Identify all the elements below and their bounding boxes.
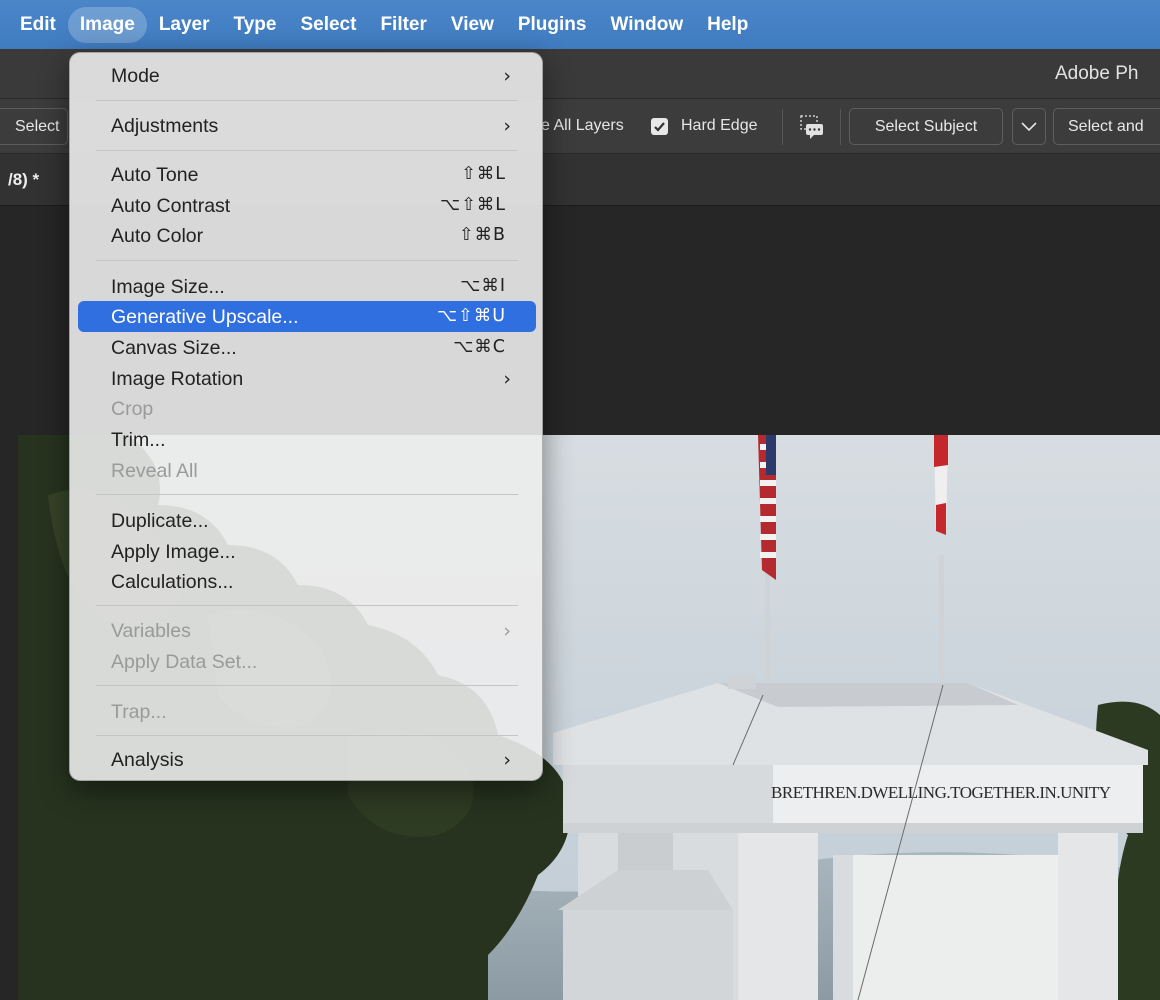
menu-item-apply-image[interactable]: Apply Image... bbox=[78, 536, 536, 567]
hard-edge-checkbox[interactable] bbox=[651, 118, 668, 135]
select-and-mask-button[interactable]: Select and bbox=[1053, 108, 1160, 145]
menu-item-duplicate[interactable]: Duplicate... bbox=[78, 505, 536, 536]
menubar-filter[interactable]: Filter bbox=[368, 7, 438, 43]
menu-separator bbox=[96, 605, 518, 606]
app-title: Adobe Ph bbox=[1055, 63, 1139, 84]
menubar-plugins[interactable]: Plugins bbox=[506, 7, 599, 43]
select-subject-label: Select Subject bbox=[874, 117, 978, 135]
menu-item-crop: Crop bbox=[78, 393, 536, 424]
menu-item-label: Crop bbox=[111, 398, 154, 420]
menubar-edit[interactable]: Edit bbox=[8, 7, 68, 43]
chevron-right-icon: › bbox=[503, 749, 511, 771]
menubar-layer[interactable]: Layer bbox=[147, 7, 222, 43]
menu-item-analysis[interactable]: Analysis › bbox=[78, 744, 536, 775]
menu-item-label: Generative Upscale... bbox=[111, 306, 299, 328]
toolbar-divider bbox=[840, 109, 841, 145]
menubar-help[interactable]: Help bbox=[695, 7, 760, 43]
menu-item-label: Trim... bbox=[111, 429, 166, 451]
menu-item-label: Variables bbox=[111, 620, 191, 642]
menu-item-canvas-size[interactable]: Canvas Size... ⌥⌘C bbox=[78, 332, 536, 363]
menu-item-label: Auto Contrast bbox=[111, 195, 231, 217]
chevron-right-icon: › bbox=[503, 65, 511, 87]
menu-item-trim[interactable]: Trim... bbox=[78, 424, 536, 455]
menu-item-shortcut: ⌥⌘I bbox=[460, 276, 506, 296]
menu-item-apply-data-set: Apply Data Set... bbox=[78, 646, 536, 677]
menu-item-variables: Variables › bbox=[78, 615, 536, 646]
chevron-right-icon: › bbox=[503, 368, 511, 390]
menu-item-label: Calculations... bbox=[111, 571, 234, 593]
image-menu-dropdown: Mode › Adjustments › Auto Tone ⇧⌘L Auto … bbox=[69, 52, 543, 781]
menu-item-shortcut: ⌥⌘C bbox=[453, 337, 506, 357]
toolbar-divider bbox=[782, 109, 783, 145]
menu-item-shortcut: ⌥⇧⌘L bbox=[439, 195, 506, 215]
menu-item-calculations[interactable]: Calculations... bbox=[78, 566, 536, 597]
menu-item-label: Adjustments bbox=[111, 115, 219, 137]
menu-item-shortcut: ⇧⌘B bbox=[458, 225, 506, 245]
sample-all-layers-label[interactable]: e All Layers bbox=[541, 117, 624, 135]
chevron-down-icon bbox=[1021, 121, 1037, 131]
menu-item-label: Image Size... bbox=[111, 276, 225, 298]
menu-item-auto-color[interactable]: Auto Color ⇧⌘B bbox=[78, 220, 536, 251]
chevron-right-icon: › bbox=[503, 115, 511, 137]
menu-item-generative-upscale[interactable]: Generative Upscale... ⌥⇧⌘U bbox=[78, 301, 536, 332]
menu-item-auto-tone[interactable]: Auto Tone ⇧⌘L bbox=[78, 159, 536, 190]
menu-separator bbox=[96, 735, 518, 736]
menu-item-label: Canvas Size... bbox=[111, 337, 237, 359]
menu-item-label: Auto Tone bbox=[111, 164, 199, 186]
menu-item-shortcut: ⌥⇧⌘U bbox=[436, 306, 506, 326]
select-and-mask-label: Select and bbox=[1068, 117, 1144, 135]
menu-item-label: Reveal All bbox=[111, 460, 198, 482]
menu-separator bbox=[96, 100, 518, 101]
menu-separator bbox=[96, 494, 518, 495]
menu-item-image-rotation[interactable]: Image Rotation › bbox=[78, 363, 536, 394]
select-subject-dropdown[interactable] bbox=[1012, 108, 1046, 145]
menu-separator bbox=[96, 150, 518, 151]
menubar-type[interactable]: Type bbox=[222, 7, 289, 43]
chevron-right-icon: › bbox=[503, 620, 511, 642]
menu-item-label: Duplicate... bbox=[111, 510, 209, 532]
hard-edge-label: Hard Edge bbox=[681, 117, 758, 134]
menu-item-label: Mode bbox=[111, 65, 160, 87]
menu-item-auto-contrast[interactable]: Auto Contrast ⌥⇧⌘L bbox=[78, 190, 536, 221]
select-tool-button[interactable]: Select bbox=[0, 108, 69, 145]
menu-item-label: Auto Color bbox=[111, 225, 204, 247]
select-subject-cloud-icon[interactable] bbox=[798, 113, 826, 141]
menu-item-shortcut: ⇧⌘L bbox=[461, 164, 506, 184]
menu-item-image-size[interactable]: Image Size... ⌥⌘I bbox=[78, 271, 536, 302]
menu-item-label: Trap... bbox=[111, 701, 167, 723]
select-subject-button[interactable]: Select Subject bbox=[849, 108, 1003, 145]
menubar-image[interactable]: Image bbox=[67, 6, 147, 43]
menubar-view[interactable]: View bbox=[439, 7, 506, 43]
menu-item-trap: Trap... bbox=[78, 696, 536, 727]
select-tool-label: Select bbox=[15, 117, 60, 135]
menu-item-label: Image Rotation bbox=[111, 368, 244, 390]
arch-inscription: BRETHREN.DWELLING.TOGETHER.IN.UNITY bbox=[771, 783, 1111, 802]
menu-separator bbox=[96, 260, 518, 261]
menu-bar: Edit Image Layer Type Select Filter View… bbox=[0, 0, 1160, 49]
menu-item-adjustments[interactable]: Adjustments › bbox=[78, 110, 536, 141]
menu-item-label: Apply Data Set... bbox=[111, 651, 258, 673]
menu-item-reveal-all: Reveal All bbox=[78, 455, 536, 486]
canada-flag bbox=[934, 435, 948, 535]
menu-item-label: Apply Image... bbox=[111, 541, 236, 563]
document-tab[interactable]: /8) * bbox=[8, 170, 39, 190]
menu-item-label: Analysis bbox=[111, 749, 184, 771]
menu-separator bbox=[96, 685, 518, 686]
menu-item-mode[interactable]: Mode › bbox=[78, 60, 536, 91]
checkmark-icon bbox=[654, 122, 665, 132]
menubar-select[interactable]: Select bbox=[288, 7, 368, 43]
menubar-window[interactable]: Window bbox=[598, 7, 695, 43]
